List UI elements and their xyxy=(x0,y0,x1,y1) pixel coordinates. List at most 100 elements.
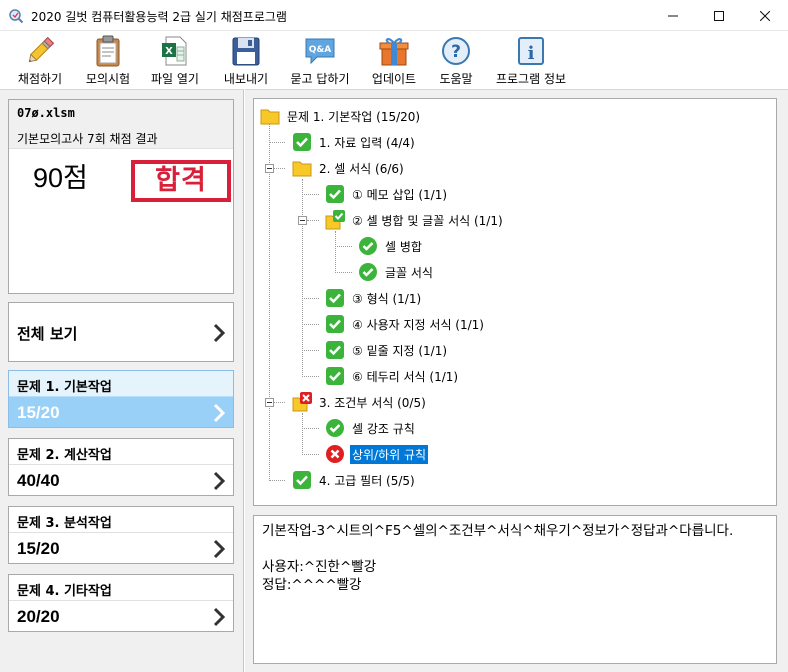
check-circle-icon xyxy=(326,419,344,437)
maximize-button[interactable] xyxy=(696,0,742,31)
tree-node-cell-format[interactable]: 2. 셀 서식 (6/6) xyxy=(292,157,406,179)
tree-node-custom-format[interactable]: ④ 사용자 지정 서식 (1/1) xyxy=(325,313,486,335)
tree-connector xyxy=(269,142,285,143)
excel-file-icon: X xyxy=(162,36,187,66)
chevron-right-icon xyxy=(213,403,225,423)
svg-text:X: X xyxy=(165,46,173,57)
tree-node-highlight-rule[interactable]: 셀 강조 규칙 xyxy=(325,417,417,439)
nav-question-3-score: 15/20 xyxy=(17,539,60,558)
qna-icon-text: Q&A xyxy=(309,45,331,55)
tree-connector xyxy=(269,121,270,481)
help-button[interactable]: ? 도움말 xyxy=(432,31,480,89)
tree-node-advanced-filter[interactable]: 4. 고급 필터 (5/5) xyxy=(292,469,417,491)
view-all-button[interactable]: 전체 보기 xyxy=(8,302,234,362)
update-label: 업데이트 xyxy=(371,72,417,86)
tree-connector xyxy=(335,231,336,273)
detail-text-box[interactable]: 기본작업-3^시트의^F5^셀의^조건부^서식^채우기^정보가^정답과^다릅니다… xyxy=(253,515,777,664)
tree-connector xyxy=(302,179,303,377)
help-label: 도움말 xyxy=(439,72,473,86)
qna-label: 묻고 답하기 xyxy=(290,72,350,86)
tree-node-merge[interactable]: 셀 병합 xyxy=(358,235,424,257)
mock-test-label: 모의시험 xyxy=(85,72,131,86)
tree-node-label: 문제 1. 기본작업 (15/20) xyxy=(287,109,421,124)
nav-question-2-score: 40/40 xyxy=(17,471,60,490)
result-file-name: 07ø.xlsm xyxy=(9,100,233,127)
mock-test-button[interactable]: 모의시험 xyxy=(80,31,136,89)
tree-node-memo[interactable]: ① 메모 삽입 (1/1) xyxy=(325,183,449,205)
tree-node-label: ① 메모 삽입 (1/1) xyxy=(352,187,448,202)
tree-node-label: ② 셀 병합 및 글꼴 서식 (1/1) xyxy=(352,213,503,228)
info-icon: i xyxy=(518,37,544,65)
folder-error-icon xyxy=(292,392,312,412)
minimize-icon xyxy=(668,15,678,16)
open-file-button[interactable]: X 파일 열기 xyxy=(146,31,204,89)
collapse-toggle[interactable] xyxy=(298,216,307,225)
close-icon xyxy=(760,10,770,21)
title-bar: 2020 길벗 컴퓨터활용능력 2급 실기 채점프로그램 xyxy=(0,0,788,31)
export-button[interactable]: 내보내기 xyxy=(218,31,274,89)
tree-node-border[interactable]: ⑥ 테두리 서식 (1/1) xyxy=(325,365,460,387)
update-button[interactable]: 업데이트 xyxy=(366,31,422,89)
tree-connector xyxy=(269,480,285,481)
tree-connector xyxy=(302,376,319,377)
tree-node-label: 3. 조건부 서식 (0/5) xyxy=(319,395,426,410)
tree-node-conditional-format[interactable]: 3. 조건부 서식 (0/5) xyxy=(292,391,428,413)
folder-icon xyxy=(260,109,280,125)
clipboard-icon xyxy=(96,35,120,67)
chevron-right-icon xyxy=(213,539,225,559)
maximize-icon xyxy=(714,10,724,21)
app-icon xyxy=(9,9,24,24)
tree-node-label: 1. 자료 입력 (4/4) xyxy=(319,135,415,150)
minimize-button[interactable] xyxy=(650,0,696,31)
result-card: 07ø.xlsm 기본모의고사 7회 채점 결과 90점 합격 xyxy=(8,99,234,294)
grading-tree: 문제 1. 기본작업 (15/20) 1. 자료 입력 (4/4) 2. 셀 서… xyxy=(253,98,777,506)
tree-connector xyxy=(274,168,285,169)
check-icon xyxy=(326,289,344,307)
grade-label: 채점하기 xyxy=(17,72,63,86)
tree-node-data-entry[interactable]: 1. 자료 입력 (4/4) xyxy=(292,131,417,153)
close-button[interactable] xyxy=(742,0,788,31)
nav-question-4[interactable]: 문제 4. 기타작업 20/20 xyxy=(8,574,234,632)
right-panel: 문제 1. 기본작업 (15/20) 1. 자료 입력 (4/4) 2. 셀 서… xyxy=(245,89,788,672)
qna-button[interactable]: Q&A 묻고 답하기 xyxy=(284,31,356,89)
nav-question-4-score: 20/20 xyxy=(17,607,60,626)
tree-connector xyxy=(302,454,319,455)
tree-connector xyxy=(302,428,319,429)
collapse-toggle[interactable] xyxy=(265,164,274,173)
nav-question-3-title: 문제 3. 분석작업 xyxy=(9,507,233,533)
folder-icon xyxy=(292,161,312,177)
error-circle-icon xyxy=(326,445,344,463)
tree-node-merge-font[interactable]: ② 셀 병합 및 글꼴 서식 (1/1) xyxy=(325,209,505,231)
tree-node-font[interactable]: 글꼴 서식 xyxy=(358,261,435,283)
tree-connector xyxy=(302,324,319,325)
chevron-right-icon xyxy=(213,471,225,491)
tree-node-label: 셀 병합 xyxy=(385,239,422,254)
nav-question-1-score: 15/20 xyxy=(17,403,60,422)
tree-node-root[interactable]: 문제 1. 기본작업 (15/20) xyxy=(260,105,422,127)
nav-question-2[interactable]: 문제 2. 계산작업 40/40 xyxy=(8,438,234,496)
program-info-button[interactable]: i 프로그램 정보 xyxy=(490,31,572,89)
grade-button[interactable]: 채점하기 xyxy=(10,31,70,89)
chevron-right-icon xyxy=(213,323,225,343)
tree-connector xyxy=(302,298,319,299)
nav-question-1[interactable]: 문제 1. 기본작업 15/20 xyxy=(8,370,234,428)
chevron-right-icon xyxy=(213,607,225,627)
collapse-toggle[interactable] xyxy=(265,398,274,407)
tree-node-label: ⑤ 밑줄 지정 (1/1) xyxy=(352,343,448,358)
tree-node-format[interactable]: ③ 형식 (1/1) xyxy=(325,287,423,309)
svg-text:i: i xyxy=(528,43,535,64)
tree-connector xyxy=(335,272,352,273)
qna-bubble-icon: Q&A xyxy=(305,38,335,65)
tree-connector xyxy=(335,246,352,247)
nav-question-3[interactable]: 문제 3. 분석작업 15/20 xyxy=(8,506,234,564)
tree-connector xyxy=(302,350,319,351)
program-info-label: 프로그램 정보 xyxy=(495,72,567,86)
tree-node-label: 글꼴 서식 xyxy=(385,265,433,280)
tree-connector xyxy=(307,220,319,221)
check-icon xyxy=(326,341,344,359)
open-file-label: 파일 열기 xyxy=(151,72,199,86)
view-all-label: 전체 보기 xyxy=(17,325,78,343)
export-label: 내보내기 xyxy=(223,72,269,86)
tree-node-top-bottom-rule[interactable]: 상위/하위 규칙 xyxy=(325,443,429,465)
tree-node-underline[interactable]: ⑤ 밑줄 지정 (1/1) xyxy=(325,339,449,361)
